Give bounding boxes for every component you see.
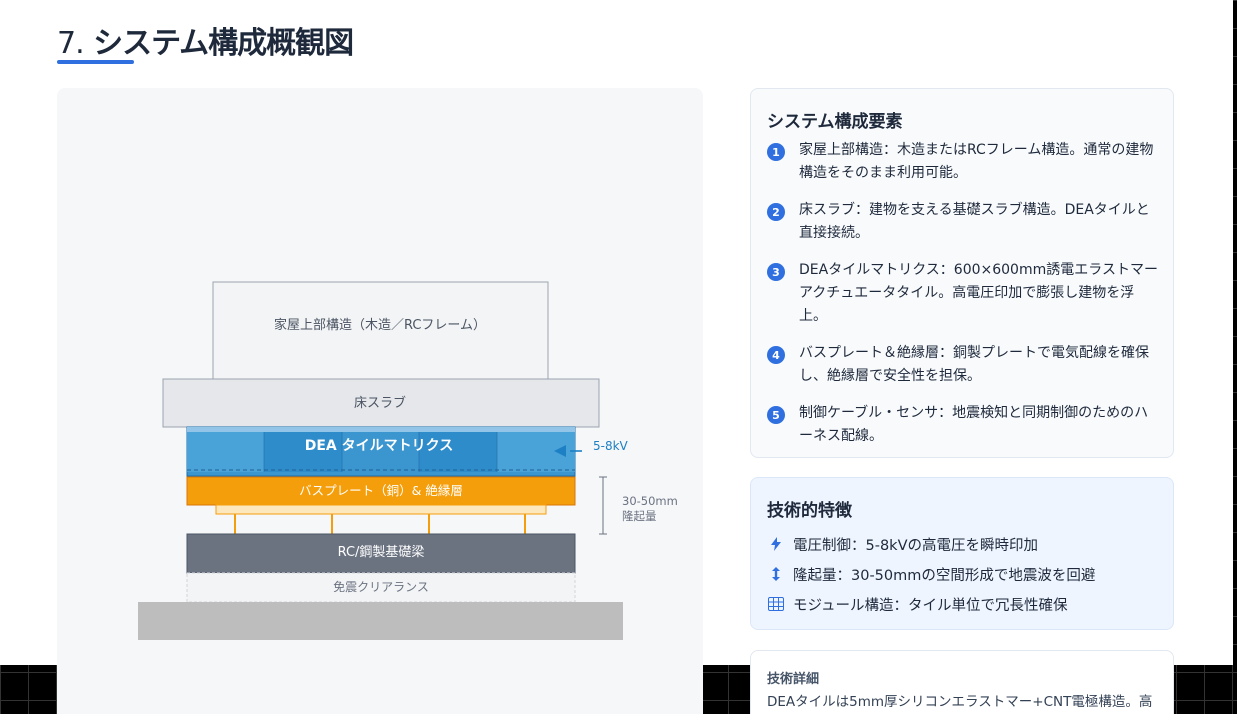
list-item-text: 床スラブ：建物を支える基礎スラブ構造。DEAタイルと直接接続。 [799,202,1150,241]
number-badge: 2 [767,203,785,221]
beam-label: RC/鋼製基礎梁 [338,545,425,560]
list-item-text: バスプレート＆絶縁層：銅製プレートで電気配線を確保し、絶縁層で安全性を担保。 [799,345,1149,384]
number-badge: 5 [767,406,785,424]
list-item-text: DEAタイルマトリクス：600×600mm誘電エラストマーアクチュエータタイル。… [799,262,1158,324]
list-item: 3 DEAタイルマトリクス：600×600mm誘電エラストマーアクチュエータタイル… [767,259,1159,328]
components-heading: システム構成要素 [767,112,903,132]
list-item: 4 バスプレート＆絶縁層：銅製プレートで電気配線を確保し、絶縁層で安全性を担保。 [767,342,1159,388]
number-badge: 1 [767,143,785,161]
superstructure-label: 家屋上部構造（木造／RCフレーム） [274,317,486,333]
dea-tile-1 [187,432,264,472]
diagram-panel: 家屋上部構造（木造／RCフレーム） 床スラブ DEA タイルマトリクス 5-8k… [57,88,703,714]
feature-text: モジュール構造：タイル単位で冗長性確保 [793,597,1068,614]
list-item: 5 制御ケーブル・センサ：地震検知と同期制御のためのハーネス配線。 [767,402,1159,448]
floor-slab-label: 床スラブ [354,395,406,411]
updown-arrow-icon [767,565,785,583]
features-heading: 技術的特徴 [767,501,852,521]
features-list: 電圧制御：5-8kVの高電圧を瞬時印加 隆起量：30-50mmの空間形成で地震波… [767,530,1159,620]
list-item: 1 家屋上部構造：木造またはRCフレーム構造。通常の建物構造をそのまま利用可能。 [767,139,1159,185]
background-grid [0,665,1233,714]
feature-item: 隆起量：30-50mmの空間形成で地震波を回避 [767,560,1159,588]
voltage-label: 5-8kV [593,439,629,453]
list-item-text: 制御ケーブル・センサ：地震検知と同期制御のためのハーネス配線。 [799,405,1149,444]
bolt-icon [767,535,785,553]
dea-label: DEA タイルマトリクス [305,438,453,454]
ground [138,602,623,640]
feature-item: モジュール構造：タイル単位で冗長性確保 [767,590,1159,618]
number-badge: 4 [767,346,785,364]
insulation-strip [215,504,547,515]
grid-icon [767,595,785,613]
feature-item: 電圧制御：5-8kVの高電圧を瞬時印加 [767,530,1159,558]
components-list: 1 家屋上部構造：木造またはRCフレーム構造。通常の建物構造をそのまま利用可能。 … [767,139,1159,462]
system-diagram: 家屋上部構造（木造／RCフレーム） 床スラブ DEA タイルマトリクス 5-8k… [138,281,678,640]
lift-label: 隆起量 [622,509,657,523]
page-title: 7. システム構成概観図 [57,18,354,62]
feature-text: 電圧制御：5-8kVの高電圧を瞬時印加 [793,537,1038,554]
number-badge: 3 [767,263,785,281]
clearance-label: 免震クリアランス [333,579,429,594]
features-card: 技術的特徴 電圧制御：5-8kVの高電圧を瞬時印加 隆起量：30-50mmの空間… [750,477,1174,630]
slide: 7. システム構成概観図 家屋上部構造（木造／RCフレーム） 床スラブ DEA … [0,0,1233,714]
list-item-text: 家屋上部構造：木造またはRCフレーム構造。通常の建物構造をそのまま利用可能。 [799,142,1154,181]
lift-range-label: 30-50mm [622,494,678,508]
title-text: システム構成概観図 [93,26,354,61]
components-card: システム構成要素 1 家屋上部構造：木造またはRCフレーム構造。通常の建物構造をそ… [750,88,1174,458]
list-item: 2 床スラブ：建物を支える基礎スラブ構造。DEAタイルと直接接続。 [767,199,1159,245]
title-underline [57,60,134,64]
dea-tile-top-strip [187,427,575,432]
busplate-label: バスプレート（銅）& 絶縁層 [299,483,463,498]
feature-text: 隆起量：30-50mmの空間形成で地震波を回避 [793,567,1096,584]
section-number: 7. [57,26,85,61]
